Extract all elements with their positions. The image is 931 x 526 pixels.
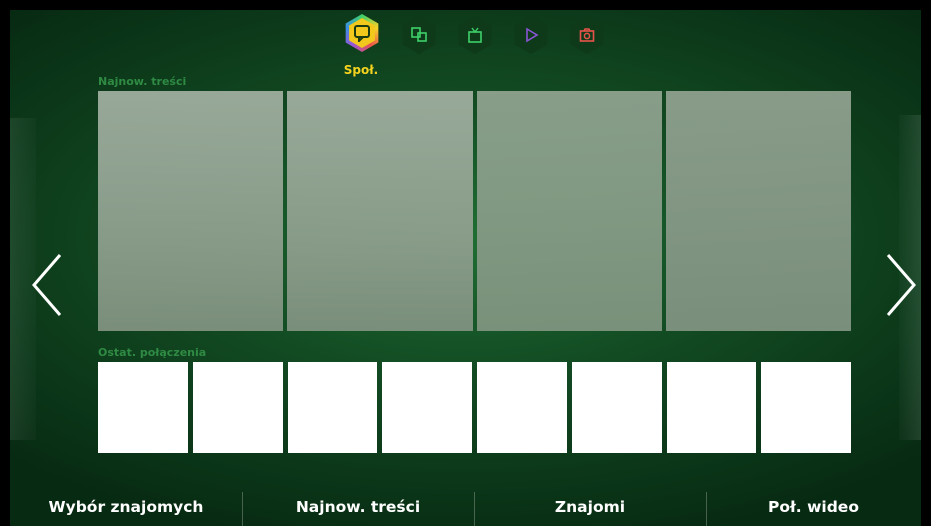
active-category-label: Społ. xyxy=(343,63,379,77)
recent-content-button[interactable]: Najnow. treści xyxy=(242,488,474,526)
bottom-menu: Wybór znajomych Najnow. treści Znajomi P… xyxy=(10,488,921,526)
camera-icon[interactable] xyxy=(568,16,606,54)
tv-icon[interactable] xyxy=(456,16,494,54)
recent-calls-label: Ostat. połączenia xyxy=(98,346,207,359)
recent-content-row xyxy=(98,91,851,331)
friends-button[interactable]: Znajomi xyxy=(474,488,706,526)
contact-tile[interactable] xyxy=(192,362,283,453)
contact-tile[interactable] xyxy=(571,362,662,453)
content-tile[interactable] xyxy=(287,91,473,331)
contact-tile[interactable] xyxy=(98,362,188,453)
content-tile[interactable] xyxy=(98,91,284,331)
previous-arrow-icon[interactable] xyxy=(28,252,68,318)
content-tile[interactable] xyxy=(476,91,662,331)
hub-category-bar: Społ. xyxy=(0,14,931,84)
video-call-button[interactable]: Poł. wideo xyxy=(706,488,921,526)
social-icon[interactable] xyxy=(343,14,381,52)
contact-tile[interactable] xyxy=(477,362,567,453)
recent-content-label: Najnow. treści xyxy=(98,75,187,88)
apps-icon[interactable] xyxy=(400,16,438,54)
content-tile[interactable] xyxy=(665,91,851,331)
select-friends-button[interactable]: Wybór znajomych xyxy=(10,488,242,526)
contact-tile[interactable] xyxy=(761,362,851,453)
contact-tile[interactable] xyxy=(382,362,472,453)
contact-tile[interactable] xyxy=(666,362,757,453)
next-arrow-icon[interactable] xyxy=(880,252,920,318)
recent-calls-row xyxy=(98,362,851,453)
contact-tile[interactable] xyxy=(287,362,378,453)
play-icon[interactable] xyxy=(512,16,550,54)
